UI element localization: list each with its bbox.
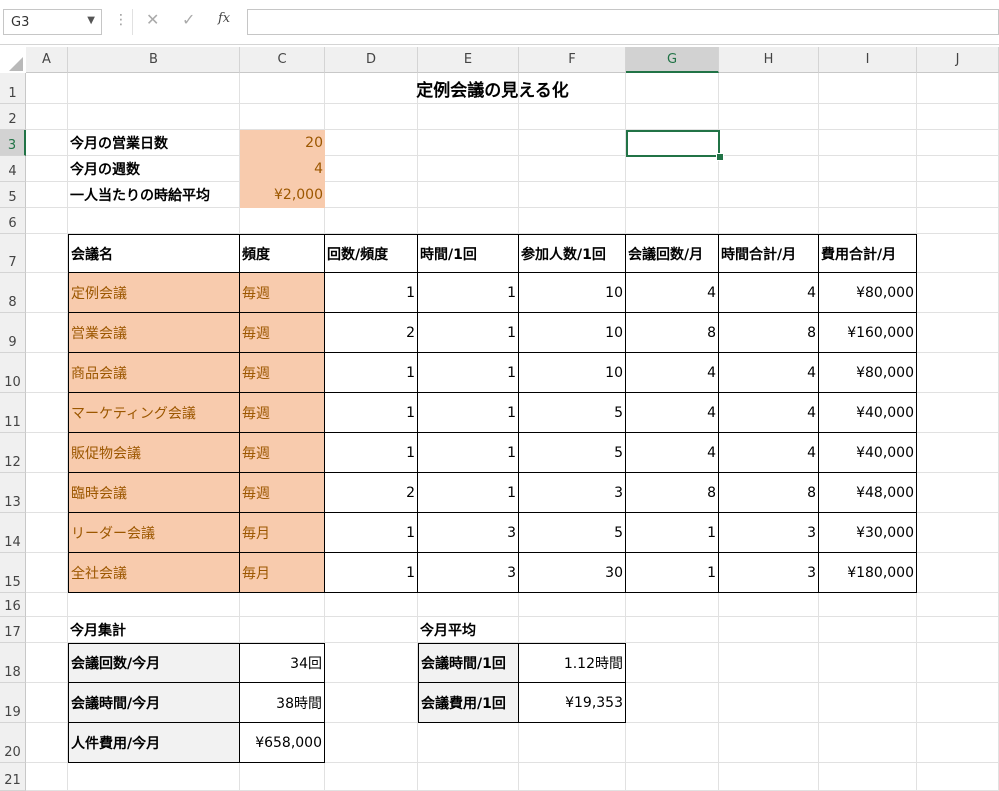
table-cell[interactable]: 5 [519, 513, 626, 553]
table-header[interactable]: 費用合計/月 [819, 234, 917, 273]
param-label[interactable]: 一人当たりの時給平均 [68, 182, 240, 208]
table-header[interactable]: 回数/頻度 [325, 234, 418, 273]
sheet-title[interactable]: 定例会議の見える化 [68, 73, 917, 104]
table-cell[interactable]: 1 [325, 553, 418, 593]
table-cell[interactable]: 1 [325, 273, 418, 313]
worksheet-grid[interactable]: 定例会議の見える化 今月の営業日数 20 今月の週数 4 一人当たりの時給平均 ¥2,000… [0, 0, 999, 791]
summary-title[interactable]: 今月集計 [68, 617, 240, 643]
table-cell[interactable]: 1 [418, 433, 519, 473]
param-value[interactable]: ¥2,000 [240, 182, 325, 208]
table-cell[interactable]: 1 [325, 393, 418, 433]
meeting-name-cell[interactable]: 営業会議 [68, 313, 240, 353]
table-cell[interactable]: 1 [418, 473, 519, 513]
table-cell[interactable]: 1 [418, 313, 519, 353]
average-value[interactable]: ¥19,353 [519, 683, 626, 723]
table-cell[interactable]: 1 [626, 553, 719, 593]
table-header[interactable]: 頻度 [240, 234, 325, 273]
table-cell[interactable]: 10 [519, 313, 626, 353]
table-cell[interactable]: 8 [719, 473, 819, 513]
meeting-name-cell[interactable]: リーダー会議 [68, 513, 240, 553]
table-cell[interactable]: 毎月 [240, 553, 325, 593]
table-cell[interactable]: 1 [418, 393, 519, 433]
table-cell[interactable]: 4 [626, 433, 719, 473]
table-cell[interactable]: ¥160,000 [819, 313, 917, 353]
table-cell[interactable]: 3 [719, 553, 819, 593]
table-cell[interactable]: 4 [719, 393, 819, 433]
table-cell[interactable]: ¥30,000 [819, 513, 917, 553]
table-cell[interactable]: ¥40,000 [819, 393, 917, 433]
meeting-name-cell[interactable]: マーケティング会議 [68, 393, 240, 433]
table-cell[interactable]: 8 [719, 313, 819, 353]
average-title[interactable]: 今月平均 [418, 617, 519, 643]
table-cell[interactable]: ¥48,000 [819, 473, 917, 513]
table-cell[interactable]: 1 [626, 513, 719, 553]
table-cell[interactable]: 4 [719, 273, 819, 313]
table-cell[interactable]: 毎週 [240, 433, 325, 473]
table-cell[interactable]: ¥180,000 [819, 553, 917, 593]
table-cell[interactable]: 1 [325, 513, 418, 553]
table-cell[interactable]: 10 [519, 353, 626, 393]
table-cell[interactable]: 2 [325, 473, 418, 513]
table-cell[interactable]: 毎週 [240, 353, 325, 393]
table-cell[interactable]: 8 [626, 473, 719, 513]
meeting-name-cell[interactable]: 全社会議 [68, 553, 240, 593]
summary-label[interactable]: 人件費用/今月 [68, 723, 240, 763]
param-label[interactable]: 今月の営業日数 [68, 130, 240, 156]
average-label[interactable]: 会議時間/1回 [418, 643, 519, 683]
table-header[interactable]: 時間/1回 [418, 234, 519, 273]
table-cell[interactable]: 4 [626, 273, 719, 313]
average-label[interactable]: 会議費用/1回 [418, 683, 519, 723]
table-cell[interactable]: 4 [719, 353, 819, 393]
selected-cell-border[interactable] [626, 130, 720, 157]
table-cell[interactable]: ¥40,000 [819, 433, 917, 473]
table-header[interactable]: 会議回数/月 [626, 234, 719, 273]
summary-label[interactable]: 会議時間/今月 [68, 683, 240, 723]
table-cell[interactable]: 1 [325, 433, 418, 473]
table-header[interactable]: 会議名 [68, 234, 240, 273]
table-header[interactable]: 参加人数/1回 [519, 234, 626, 273]
table-cell[interactable]: 1 [325, 353, 418, 393]
param-label[interactable]: 今月の週数 [68, 156, 240, 182]
table-cell[interactable]: 1 [418, 353, 519, 393]
table-cell[interactable]: 1 [418, 273, 519, 313]
table-header[interactable]: 時間合計/月 [719, 234, 819, 273]
table-cell[interactable]: 毎週 [240, 273, 325, 313]
table-cell[interactable]: 3 [519, 473, 626, 513]
param-value[interactable]: 20 [240, 130, 325, 156]
param-value[interactable]: 4 [240, 156, 325, 182]
table-cell[interactable]: 2 [325, 313, 418, 353]
table-cell[interactable]: 5 [519, 393, 626, 433]
meeting-name-cell[interactable]: 商品会議 [68, 353, 240, 393]
summary-value[interactable]: 38時間 [240, 683, 325, 723]
table-cell[interactable]: 毎週 [240, 313, 325, 353]
summary-value[interactable]: ¥658,000 [240, 723, 325, 763]
fill-handle[interactable] [716, 153, 724, 161]
table-cell[interactable]: 30 [519, 553, 626, 593]
meeting-name-cell[interactable]: 販促物会議 [68, 433, 240, 473]
table-cell[interactable]: 4 [719, 433, 819, 473]
average-value[interactable]: 1.12時間 [519, 643, 626, 683]
table-cell[interactable]: ¥80,000 [819, 353, 917, 393]
table-cell[interactable]: ¥80,000 [819, 273, 917, 313]
table-cell[interactable]: 4 [626, 393, 719, 433]
table-cell[interactable]: 毎週 [240, 473, 325, 513]
table-cell[interactable]: 3 [418, 513, 519, 553]
table-cell[interactable]: 毎月 [240, 513, 325, 553]
summary-value[interactable]: 34回 [240, 643, 325, 683]
meeting-name-cell[interactable]: 臨時会議 [68, 473, 240, 513]
meeting-name-cell[interactable]: 定例会議 [68, 273, 240, 313]
table-cell[interactable]: 毎週 [240, 393, 325, 433]
table-cell[interactable]: 3 [418, 553, 519, 593]
table-cell[interactable]: 5 [519, 433, 626, 473]
table-cell[interactable]: 10 [519, 273, 626, 313]
summary-label[interactable]: 会議回数/今月 [68, 643, 240, 683]
table-cell[interactable]: 4 [626, 353, 719, 393]
table-cell[interactable]: 8 [626, 313, 719, 353]
table-cell[interactable]: 3 [719, 513, 819, 553]
